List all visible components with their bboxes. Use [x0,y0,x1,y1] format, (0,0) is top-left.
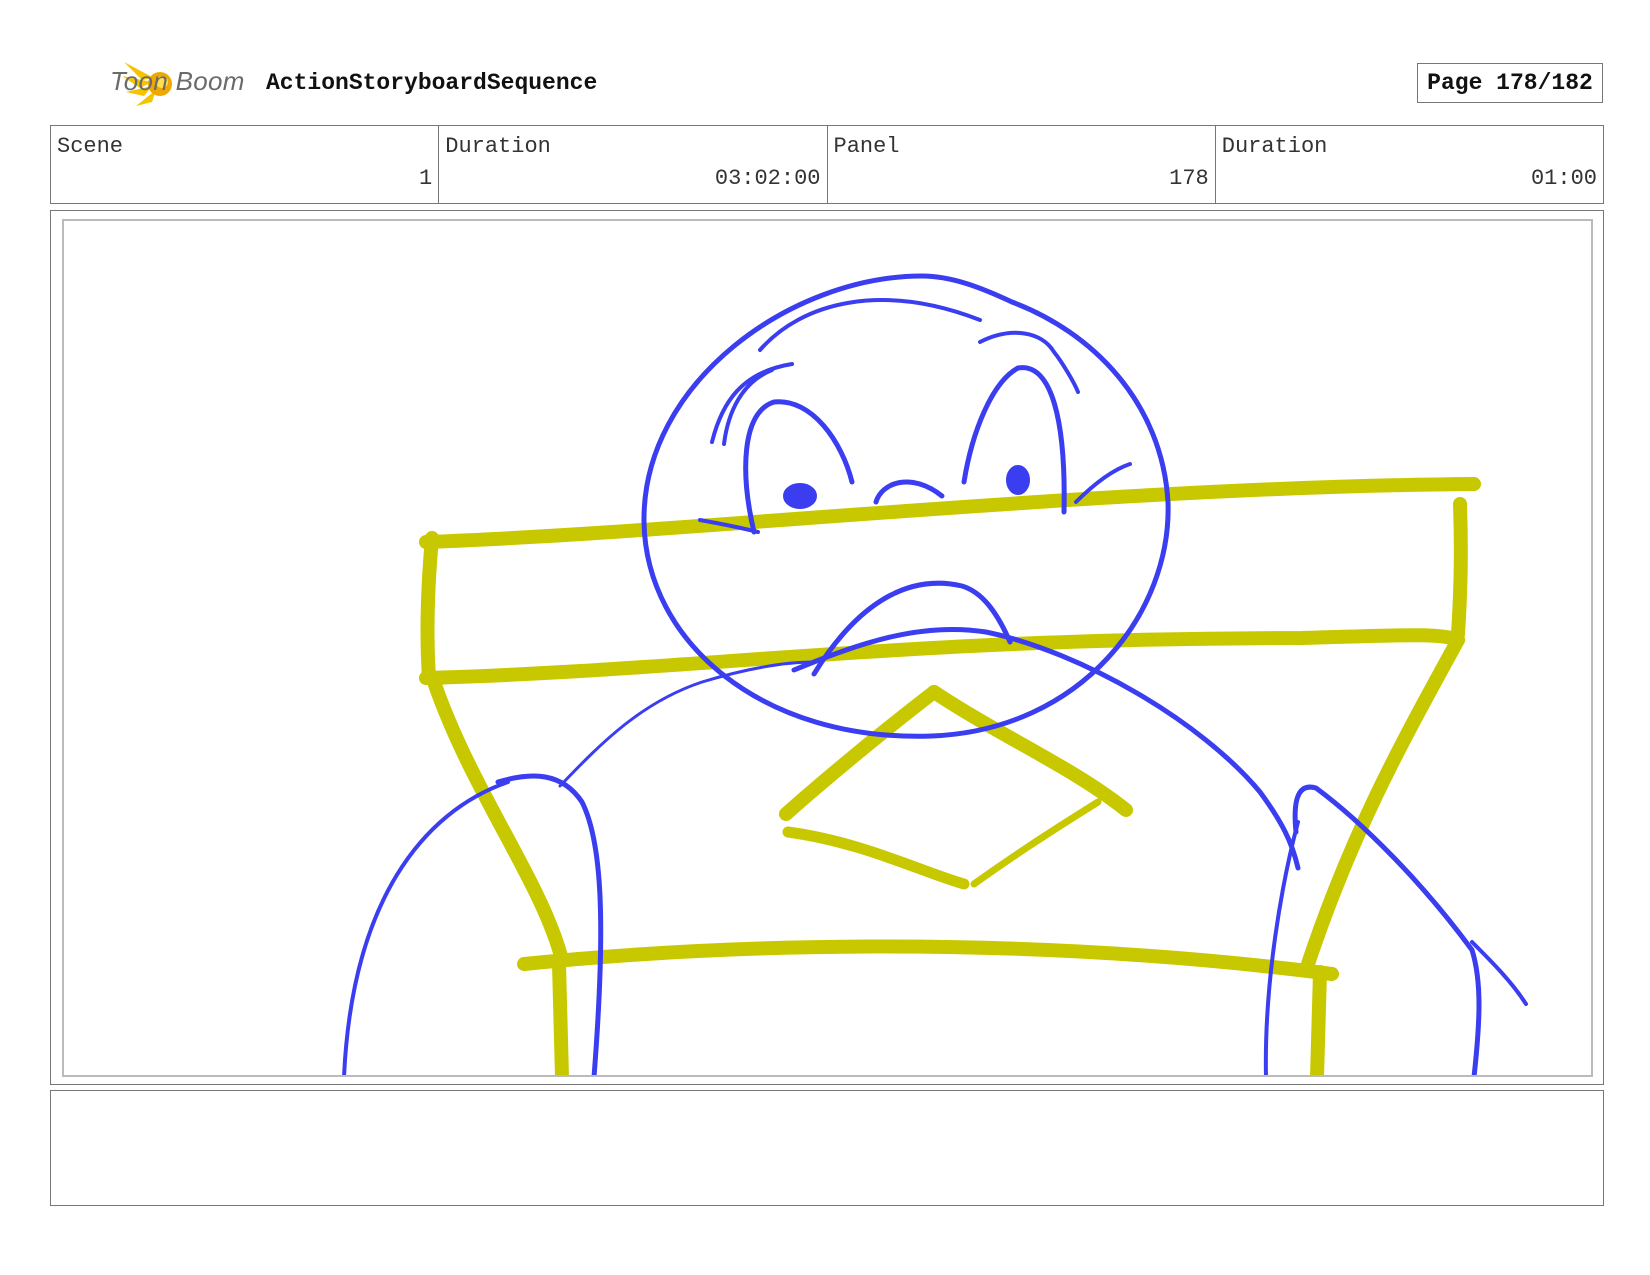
set-lines [419,477,1481,1075]
scene-duration-label: Duration [445,134,551,159]
panel-label: Panel [833,134,900,159]
sequence-title: ActionStoryboardSequence [266,70,598,96]
page-number: Page 178/182 [1417,63,1603,103]
panel-duration-value: 01:00 [1530,166,1597,191]
scene-value: 1 [419,166,433,191]
panel-image [62,219,1593,1077]
notes-box[interactable] [50,1090,1604,1206]
scene-duration-cell: Duration 03:02:00 [439,126,828,203]
panel-duration-label: Duration [1221,134,1328,159]
panel-duration-cell: Duration 01:00 [1216,126,1603,203]
scene-label: Scene [57,134,124,159]
panel-value: 178 [1169,166,1209,191]
logo-text: Toon Boom [110,66,245,96]
scene-duration-value: 03:02:00 [714,166,821,191]
panel-cell: Panel 178 [828,126,1216,203]
storyboard-sketch [342,273,1528,1075]
scene-cell: Scene 1 [51,126,440,203]
panel-info-row: Scene 1 Duration 03:02:00 Panel 178 Dura… [50,125,1604,204]
